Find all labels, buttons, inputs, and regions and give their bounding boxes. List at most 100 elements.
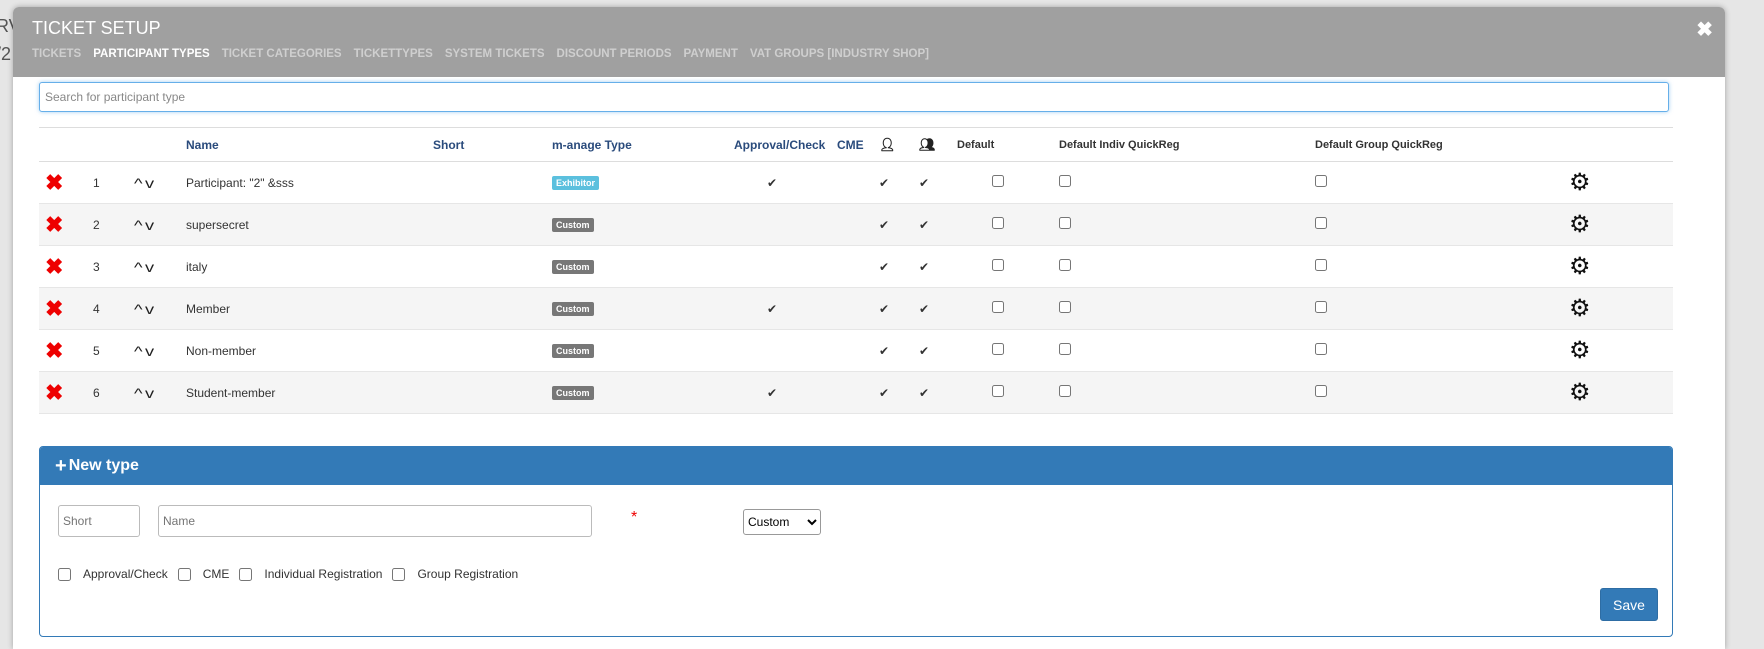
- type-select[interactable]: Custom: [743, 509, 821, 535]
- default-indiv-quickreg-checkbox[interactable]: [1059, 217, 1071, 229]
- cme-checkbox[interactable]: [177, 567, 191, 581]
- table-header: Name Short m-anage Type Approval/Check C…: [39, 127, 1673, 162]
- delete-x-icon[interactable]: ✖: [39, 338, 63, 363]
- gear-icon[interactable]: ⚙: [1569, 253, 1591, 280]
- delete-x-icon[interactable]: ✖: [39, 170, 63, 195]
- delete-x-icon[interactable]: ✖: [39, 296, 63, 321]
- row-name: Member: [186, 287, 433, 330]
- default-indiv-quickreg-checkbox[interactable]: [1059, 301, 1071, 313]
- chevron-down-icon[interactable]: v: [145, 175, 154, 191]
- group-icon: 👥︎: [919, 127, 957, 162]
- chevron-up-icon[interactable]: ^: [134, 385, 143, 401]
- default-checkbox[interactable]: [992, 175, 1004, 187]
- tab-vat-groups[interactable]: VAT GROUPS [INDUSTRY SHOP]: [750, 48, 929, 60]
- type-badge: Exhibitor: [552, 176, 600, 190]
- delete-x-icon[interactable]: ✖: [39, 254, 63, 279]
- group-registration-checkbox[interactable]: [392, 567, 406, 581]
- row-name: Non-member: [186, 329, 433, 372]
- tab-payment[interactable]: PAYMENT: [684, 48, 738, 60]
- column-short[interactable]: Short: [433, 127, 552, 162]
- column-approval[interactable]: Approval/Check: [734, 127, 837, 162]
- table-row: ✖ 4 ^ v Member Custom ✔ ✔ ✔ ⚙: [39, 287, 1673, 330]
- default-checkbox[interactable]: [992, 217, 1004, 229]
- type-badge: Custom: [552, 260, 594, 274]
- chevron-down-icon[interactable]: v: [145, 259, 154, 275]
- default-indiv-quickreg-checkbox[interactable]: [1059, 385, 1071, 397]
- delete-x-icon[interactable]: ✖: [39, 380, 63, 405]
- chevron-up-icon[interactable]: ^: [134, 217, 143, 233]
- default-checkbox[interactable]: [992, 301, 1004, 313]
- chevron-up-icon[interactable]: ^: [134, 175, 143, 191]
- default-group-quickreg-checkbox[interactable]: [1315, 301, 1327, 313]
- modal-title: TICKET SETUP: [32, 18, 161, 38]
- column-name[interactable]: Name: [186, 127, 433, 162]
- check-icon: ✔: [919, 287, 957, 330]
- chevron-down-icon[interactable]: v: [145, 217, 154, 233]
- row-short: [433, 287, 552, 330]
- default-checkbox[interactable]: [992, 343, 1004, 355]
- column-cme[interactable]: CME: [837, 127, 879, 162]
- tab-bar: TICKETS PARTICIPANT TYPES TICKET CATEGOR…: [32, 48, 941, 60]
- chevron-up-icon[interactable]: ^: [134, 301, 143, 317]
- default-indiv-quickreg-checkbox[interactable]: [1059, 259, 1071, 271]
- chevron-down-icon[interactable]: v: [145, 385, 154, 401]
- table-row: ✖ 5 ^ v Non-member Custom ✔ ✔ ⚙: [39, 329, 1673, 372]
- tab-tickettypes[interactable]: TICKETTYPES: [354, 48, 433, 60]
- row-number: 4: [93, 287, 135, 330]
- tab-discount-periods[interactable]: DISCOUNT PERIODS: [557, 48, 672, 60]
- default-group-quickreg-checkbox[interactable]: [1315, 217, 1327, 229]
- save-button[interactable]: Save: [1600, 588, 1658, 621]
- default-group-quickreg-checkbox[interactable]: [1315, 385, 1327, 397]
- default-group-quickreg-checkbox[interactable]: [1315, 259, 1327, 271]
- default-checkbox[interactable]: [992, 259, 1004, 271]
- approval-check-label: Approval/Check: [83, 567, 168, 581]
- chevron-down-icon[interactable]: v: [145, 343, 154, 359]
- check-icon: ✔: [879, 287, 919, 330]
- new-type-panel: + New type * Custom Approval/Check CME I…: [39, 446, 1673, 637]
- required-marker: *: [631, 509, 638, 526]
- default-indiv-quickreg-checkbox[interactable]: [1059, 343, 1071, 355]
- check-icon: ✔: [919, 329, 957, 372]
- row-short: [433, 329, 552, 372]
- gear-icon[interactable]: ⚙: [1569, 379, 1591, 406]
- gear-icon[interactable]: ⚙: [1569, 169, 1591, 196]
- tab-system-tickets[interactable]: SYSTEM TICKETS: [445, 48, 545, 60]
- individual-registration-label: Individual Registration: [264, 567, 383, 581]
- column-manage-type[interactable]: m-anage Type: [552, 127, 734, 162]
- participant-types-table: Name Short m-anage Type Approval/Check C…: [39, 127, 1673, 414]
- close-icon[interactable]: ✖: [1696, 17, 1713, 42]
- chevron-up-icon[interactable]: ^: [134, 343, 143, 359]
- type-badge: Custom: [552, 218, 594, 232]
- table-row: ✖ 2 ^ v supersecret Custom ✔ ✔ ⚙: [39, 203, 1673, 246]
- column-default-group-quickreg: Default Group QuickReg: [1315, 127, 1569, 162]
- chevron-up-icon[interactable]: ^: [134, 259, 143, 275]
- short-field[interactable]: [58, 505, 140, 537]
- tab-participant-types[interactable]: PARTICIPANT TYPES: [93, 48, 210, 60]
- individual-registration-checkbox[interactable]: [239, 567, 253, 581]
- gear-icon[interactable]: ⚙: [1569, 295, 1591, 322]
- row-number: 6: [93, 371, 135, 414]
- tab-tickets[interactable]: TICKETS: [32, 48, 81, 60]
- default-group-quickreg-checkbox[interactable]: [1315, 175, 1327, 187]
- search-input[interactable]: [39, 82, 1669, 112]
- approval-check-checkbox[interactable]: [58, 567, 71, 581]
- delete-x-icon[interactable]: ✖: [39, 212, 63, 237]
- gear-icon[interactable]: ⚙: [1569, 211, 1591, 238]
- default-indiv-quickreg-checkbox[interactable]: [1059, 175, 1071, 187]
- check-icon: ✔: [879, 245, 919, 288]
- tab-ticket-categories[interactable]: TICKET CATEGORIES: [222, 48, 342, 60]
- group-registration-label: Group Registration: [417, 567, 519, 581]
- type-badge: Custom: [552, 386, 594, 400]
- new-type-header: + New type: [40, 447, 1672, 485]
- check-icon: ✔: [879, 329, 919, 372]
- approval-check-icon: ✔: [734, 371, 837, 414]
- chevron-down-icon[interactable]: v: [145, 301, 154, 317]
- row-short: [433, 161, 552, 204]
- table-row: ✖ 1 ^ v Participant: "2" &sss Exhibitor ✔…: [39, 161, 1673, 204]
- row-name: italy: [186, 245, 433, 288]
- name-field[interactable]: [158, 505, 592, 537]
- default-group-quickreg-checkbox[interactable]: [1315, 343, 1327, 355]
- default-checkbox[interactable]: [992, 385, 1004, 397]
- gear-icon[interactable]: ⚙: [1569, 337, 1591, 364]
- plus-icon: +: [55, 454, 67, 477]
